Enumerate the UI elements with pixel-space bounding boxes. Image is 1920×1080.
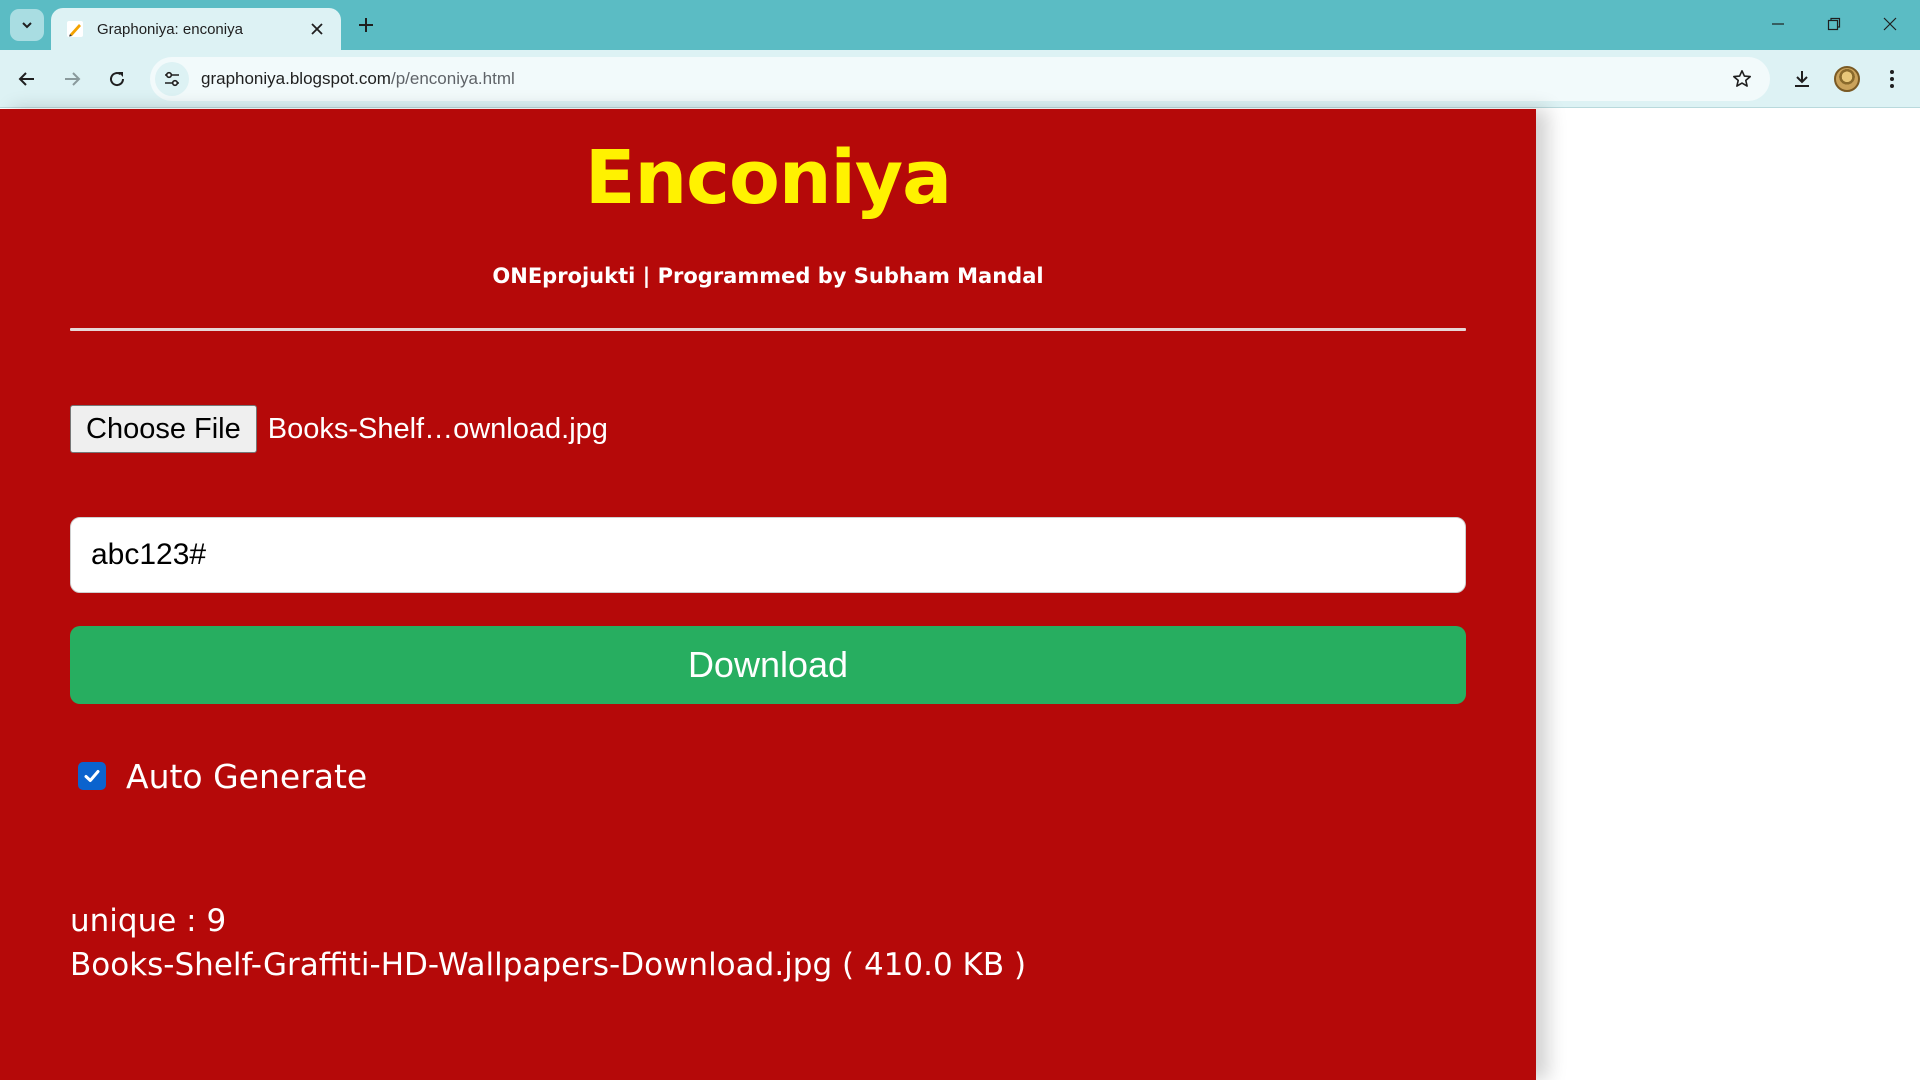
tab-strip: Graphoniya: enconiya [0, 0, 1920, 50]
pencil-icon [65, 19, 85, 39]
file-info-block: unique : 9 Books-Shelf-Graffiti-HD-Wallp… [70, 899, 1026, 987]
minimize-icon[interactable] [1750, 6, 1806, 42]
choose-file-button[interactable]: Choose File [70, 405, 257, 453]
plus-icon[interactable] [352, 11, 380, 39]
chevron-down-icon [22, 22, 32, 29]
active-tab[interactable]: Graphoniya: enconiya [51, 8, 341, 50]
kebab-menu-icon[interactable] [1874, 61, 1910, 97]
tab-title: Graphoniya: enconiya [97, 20, 243, 38]
file-input[interactable]: Choose File Books-Shelf…ownload.jpg [70, 405, 608, 453]
divider [70, 328, 1466, 331]
url-path: /p/enconiya.html [390, 69, 515, 88]
file-details: Books-Shelf-Graffiti-HD-Wallpapers-Downl… [70, 947, 1027, 983]
browser-toolbar: graphoniya.blogspot.com/p/enconiya.html [0, 50, 1920, 108]
download-icon[interactable] [1784, 61, 1820, 97]
arrow-left-icon[interactable] [9, 61, 45, 97]
page-viewport: Enconiya ONEprojukti | Programmed by Sub… [0, 109, 1920, 1080]
password-input[interactable] [70, 517, 1466, 593]
star-icon[interactable] [1724, 61, 1760, 97]
checkmark-icon [84, 770, 100, 782]
page-subtitle: ONEprojukti | Programmed by Subham Manda… [492, 264, 1044, 288]
download-button[interactable]: Download [70, 626, 1466, 704]
window-close-icon[interactable] [1862, 6, 1918, 42]
reload-icon[interactable] [99, 61, 135, 97]
selected-file-name: Books-Shelf…ownload.jpg [267, 412, 608, 445]
arrow-right-icon[interactable] [54, 61, 90, 97]
avatar [1834, 66, 1860, 92]
profile-avatar[interactable] [1829, 61, 1865, 97]
unique-count: unique : 9 [70, 903, 227, 939]
app-panel: Enconiya ONEprojukti | Programmed by Sub… [0, 109, 1536, 1080]
url-text[interactable]: graphoniya.blogspot.com/p/enconiya.html [201, 69, 1724, 89]
auto-generate-option[interactable]: Auto Generate [78, 754, 367, 798]
address-bar[interactable]: graphoniya.blogspot.com/p/enconiya.html [150, 57, 1770, 101]
restore-icon[interactable] [1806, 6, 1862, 42]
tab-search-button[interactable] [10, 9, 44, 41]
close-icon[interactable] [305, 17, 329, 41]
tune-icon[interactable] [155, 62, 189, 96]
url-domain: graphoniya.blogspot.com [201, 69, 391, 88]
auto-generate-label: Auto Generate [126, 756, 368, 796]
page-title: Enconiya [584, 135, 952, 221]
auto-generate-checkbox[interactable] [78, 762, 106, 790]
